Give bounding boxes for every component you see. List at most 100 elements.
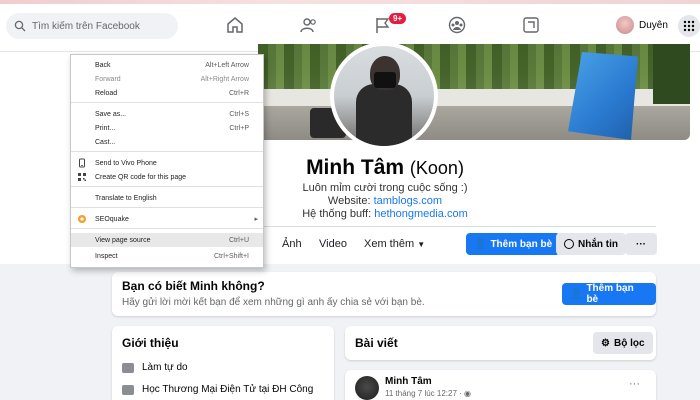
filter-button[interactable]: ⚙ Bộ lọc (593, 332, 653, 354)
post-more-button[interactable]: ··· (629, 378, 640, 390)
menu-item-shortcut: Ctrl+S (229, 110, 249, 118)
menu-item-label: Print... (95, 124, 116, 132)
tab-video[interactable]: Video (319, 238, 347, 250)
intro-title: Giới thiệu (122, 336, 179, 350)
graduation-cap-icon (122, 384, 134, 395)
profile-picture[interactable] (330, 42, 438, 150)
grid-icon (683, 20, 695, 32)
menu-item-save-as[interactable]: Save as... Ctrl+S (71, 107, 263, 121)
profile-shortcut[interactable]: Duyên (616, 16, 668, 34)
post-card: Minh Tâm 11 tháng 7 lúc 12:27 · ◉ ··· (345, 370, 656, 400)
search-input[interactable]: Tìm kiếm trên Facebook (6, 13, 178, 39)
groups-icon[interactable] (446, 14, 468, 36)
intro-item-text: Làm tự do (142, 362, 188, 373)
menu-grid-button[interactable] (678, 15, 700, 37)
tab-photos[interactable]: Ảnh (282, 238, 302, 250)
know-card-title: Bạn có biết Minh không? (122, 279, 265, 293)
cover-tree (653, 44, 690, 104)
menu-item-label: Back (95, 61, 111, 69)
know-card-button-label: Thêm bạn bè (586, 283, 634, 305)
user-name: Duyên (639, 19, 668, 31)
menu-item-label: View page source (95, 236, 151, 244)
tab-more-label: Xem thêm (364, 238, 415, 250)
message-label: Nhắn tin (578, 238, 618, 250)
menu-item-shortcut: Ctrl+U (228, 236, 249, 244)
friends-icon[interactable] (298, 14, 320, 36)
menu-item-view-source[interactable]: View page source Ctrl+U (71, 233, 263, 247)
phone-icon (79, 158, 85, 168)
menu-item-label: Cast... (95, 138, 116, 146)
add-friend-icon: 👤 (474, 238, 487, 250)
tab-more[interactable]: Xem thêm ▼ (364, 238, 425, 250)
filter-icon: ⚙ (601, 337, 610, 349)
menu-item-shortcut: Ctrl+P (229, 124, 249, 132)
menu-item-reload[interactable]: Reload Ctrl+R (71, 86, 263, 100)
intro-item: Học Thương Mại Điện Tử tại ĐH Công (122, 384, 313, 395)
seoquake-icon (78, 215, 86, 223)
menu-item-shortcut: Ctrl+Shift+I (213, 252, 249, 260)
post-time-text: 11 tháng 7 lúc 12:27 · (385, 389, 465, 398)
post-author[interactable]: Minh Tâm (385, 376, 432, 387)
menu-item-translate[interactable]: Translate to English (71, 191, 263, 205)
add-friend-label: Thêm bạn bè (490, 238, 553, 250)
menu-separator (71, 228, 263, 229)
posts-title: Bài viết (355, 336, 398, 350)
system-label: Hệ thống buff: (302, 208, 372, 220)
more-options-button[interactable]: ··· (625, 233, 657, 255)
menu-item-back[interactable]: Back Alt+Left Arrow (71, 58, 263, 72)
menu-item-seoquake[interactable]: SEOquake ▸ (71, 212, 263, 226)
menu-item-shortcut: Ctrl+R (228, 89, 249, 97)
menu-item-qr-code[interactable]: Create QR code for this page (71, 170, 263, 184)
filter-label: Bộ lọc (613, 337, 645, 349)
intro-card: Giới thiệu Làm tự do Học Thương Mại Điện… (112, 326, 334, 400)
menu-item-inspect[interactable]: Inspect Ctrl+Shift+I (71, 249, 263, 263)
context-menu: Back Alt+Left Arrow Forward Alt+Right Ar… (70, 54, 264, 268)
profile-nickname: (Koon) (409, 158, 464, 178)
post-time: 11 tháng 7 lúc 12:27 · ◉ (385, 389, 471, 398)
menu-item-label: SEOquake (95, 215, 129, 223)
menu-item-shortcut: Alt+Right Arrow (200, 75, 249, 83)
home-icon[interactable] (224, 14, 246, 36)
chevron-down-icon: ▼ (417, 240, 426, 249)
post-author-avatar[interactable] (355, 376, 379, 400)
menu-item-label: Reload (95, 89, 118, 97)
notification-badge: 9+ (389, 13, 407, 24)
know-card-subtitle: Hãy gửi lời mời kết bạn để xem những gì … (122, 297, 425, 308)
know-card-add-friend-button[interactable]: 👤 Thêm bạn bè (562, 283, 656, 305)
browser-tab-strip (0, 0, 700, 4)
cover-photo[interactable] (258, 44, 690, 140)
menu-item-cast[interactable]: Cast... (71, 135, 263, 149)
posts-header: Bài viết ⚙ Bộ lọc (345, 326, 656, 360)
add-friend-button[interactable]: 👤 Thêm bạn bè (466, 233, 561, 255)
qr-code-icon (78, 173, 86, 181)
menu-item-label: Forward (95, 75, 121, 83)
menu-item-print[interactable]: Print... Ctrl+P (71, 121, 263, 135)
messenger-icon (564, 239, 574, 249)
submenu-arrow-icon: ▸ (254, 216, 258, 223)
avatar-body (356, 84, 412, 146)
profile-name-text: Minh Tâm (306, 156, 405, 179)
menu-separator (71, 207, 263, 208)
gaming-icon[interactable] (520, 14, 542, 36)
search-icon (14, 20, 26, 32)
more-options-label: ··· (636, 238, 646, 250)
menu-item-send-to-phone[interactable]: Send to Vivo Phone (71, 156, 263, 170)
menu-separator (71, 151, 263, 152)
globe-icon: ◉ (464, 389, 472, 398)
message-button[interactable]: Nhắn tin (556, 233, 626, 255)
menu-item-label: Inspect (95, 252, 118, 260)
system-link[interactable]: hethongmedia.com (374, 208, 468, 220)
website-label: Website: (327, 195, 371, 207)
menu-item-forward[interactable]: Forward Alt+Right Arrow (71, 72, 263, 86)
camera-icon (374, 72, 396, 88)
website-link[interactable]: tamblogs.com (374, 195, 442, 207)
menu-separator (71, 102, 263, 103)
search-placeholder: Tìm kiếm trên Facebook (32, 20, 140, 32)
menu-separator (71, 186, 263, 187)
add-friend-icon: 👤 (570, 288, 583, 300)
menu-item-label: Send to Vivo Phone (95, 159, 157, 167)
briefcase-icon (122, 362, 134, 373)
intro-item: Làm tự do (122, 362, 188, 373)
intro-item-text: Học Thương Mại Điện Tử tại ĐH Công (142, 384, 314, 395)
menu-item-label: Translate to English (95, 194, 157, 202)
